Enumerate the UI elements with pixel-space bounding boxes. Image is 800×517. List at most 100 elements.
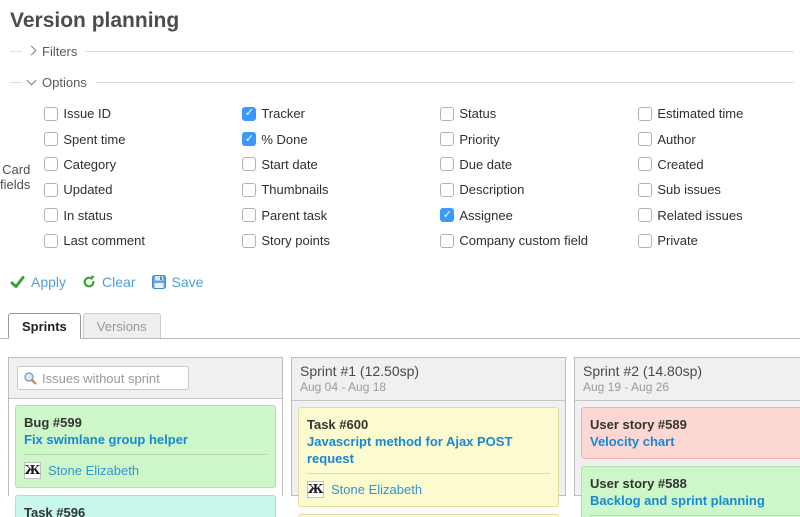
issue-card-588[interactable]: User story #588 Backlog and sprint plann… bbox=[581, 466, 800, 517]
checkbox[interactable] bbox=[44, 132, 58, 146]
filters-legend-label: Filters bbox=[42, 44, 77, 59]
sprint-1-header: Sprint #1 (12.50sp) Aug 04 - Aug 18 bbox=[292, 358, 565, 401]
checkbox-estimated-time[interactable]: Estimated time bbox=[638, 101, 800, 126]
sprint-2-column: Sprint #2 (14.80sp) Aug 19 - Aug 26 User… bbox=[574, 357, 800, 496]
issue-subject-link[interactable]: Velocity chart bbox=[590, 433, 800, 450]
options-toggle[interactable]: Options bbox=[22, 75, 95, 90]
checkbox-updated[interactable]: Updated bbox=[44, 177, 242, 202]
checkbox[interactable] bbox=[638, 208, 652, 222]
tab-versions[interactable]: Versions bbox=[83, 313, 161, 338]
checkbox[interactable] bbox=[242, 157, 256, 171]
issue-subject-link[interactable]: Fix swimlane group helper bbox=[24, 431, 267, 448]
checkbox-story-points[interactable]: Story points bbox=[242, 228, 440, 253]
checkbox-last-comment[interactable]: Last comment bbox=[44, 228, 242, 253]
issue-card-600[interactable]: Task #600 Javascript method for Ajax POS… bbox=[298, 407, 559, 507]
checkbox-author[interactable]: Author bbox=[638, 126, 800, 151]
tab-sprints[interactable]: Sprints bbox=[8, 313, 81, 339]
avatar bbox=[24, 462, 41, 479]
checkbox[interactable] bbox=[638, 107, 652, 121]
chevron-right-icon bbox=[27, 46, 37, 56]
checkbox[interactable] bbox=[44, 157, 58, 171]
backlog-search bbox=[17, 366, 189, 390]
checkbox[interactable] bbox=[440, 234, 454, 248]
issue-subject-link[interactable]: Javascript method for Ajax POST request bbox=[307, 433, 550, 467]
checkbox[interactable] bbox=[638, 132, 652, 146]
card-fields-label: Card fields bbox=[0, 162, 36, 192]
checkbox-description[interactable]: Description bbox=[440, 177, 638, 202]
reload-icon bbox=[82, 275, 96, 289]
checkbox-spent-time[interactable]: Spent time bbox=[44, 126, 242, 151]
issue-card-596[interactable]: Task #596 Customer help required bbox=[15, 495, 276, 517]
checkbox-issue-id[interactable]: Issue ID bbox=[44, 101, 242, 126]
checkbox[interactable] bbox=[638, 234, 652, 248]
checkbox[interactable] bbox=[242, 234, 256, 248]
checkbox-in-status[interactable]: In status bbox=[44, 203, 242, 228]
backlog-column-body: Bug #599 Fix swimlane group helper Stone… bbox=[9, 399, 282, 517]
checkbox[interactable] bbox=[242, 107, 256, 121]
checkbox[interactable] bbox=[440, 183, 454, 197]
checkbox-company-custom-field[interactable]: Company custom field bbox=[440, 228, 638, 253]
checkbox-related-issues[interactable]: Related issues bbox=[638, 203, 800, 228]
save-button[interactable]: Save bbox=[152, 274, 204, 290]
checkbox[interactable] bbox=[440, 157, 454, 171]
card-fields-options: Card fields Issue ID Tracker Status Esti… bbox=[0, 101, 800, 253]
backlog-column: Bug #599 Fix swimlane group helper Stone… bbox=[8, 357, 283, 496]
chevron-down-icon bbox=[27, 75, 37, 85]
checkbox[interactable] bbox=[242, 183, 256, 197]
issue-card-599[interactable]: Bug #599 Fix swimlane group helper Stone… bbox=[15, 405, 276, 488]
checkbox[interactable] bbox=[440, 132, 454, 146]
sprint-dates: Aug 04 - Aug 18 bbox=[300, 380, 557, 395]
sprint-dates: Aug 19 - Aug 26 bbox=[583, 380, 800, 395]
backlog-column-header bbox=[9, 358, 282, 399]
version-planning-page: Version planning Filters Options Card fi… bbox=[0, 0, 800, 517]
clear-button[interactable]: Clear bbox=[82, 274, 135, 290]
options-legend-label: Options bbox=[42, 75, 87, 90]
checkbox-thumbnails[interactable]: Thumbnails bbox=[242, 177, 440, 202]
checkbox[interactable] bbox=[242, 208, 256, 222]
checkbox[interactable] bbox=[44, 234, 58, 248]
sprint-1-column: Sprint #1 (12.50sp) Aug 04 - Aug 18 Task… bbox=[291, 357, 566, 496]
avatar bbox=[307, 481, 324, 498]
checkbox-created[interactable]: Created bbox=[638, 152, 800, 177]
checkbox[interactable] bbox=[242, 132, 256, 146]
checkbox-parent-task[interactable]: Parent task bbox=[242, 203, 440, 228]
issue-id: User story #588 bbox=[590, 475, 800, 492]
assignee-row: Stone Elizabeth bbox=[307, 480, 550, 498]
checkbox-status[interactable]: Status bbox=[440, 101, 638, 126]
issue-id: Task #600 bbox=[307, 416, 550, 433]
sprint-title: Sprint #1 (12.50sp) bbox=[300, 363, 557, 380]
issue-id: Task #596 bbox=[24, 504, 267, 517]
options-section: Options bbox=[10, 73, 794, 91]
filters-section: Filters bbox=[10, 42, 794, 60]
filters-toggle[interactable]: Filters bbox=[22, 44, 85, 59]
checkbox-priority[interactable]: Priority bbox=[440, 126, 638, 151]
checkbox-tracker[interactable]: Tracker bbox=[242, 101, 440, 126]
checkbox[interactable] bbox=[440, 107, 454, 121]
checkbox-percent-done[interactable]: % Done bbox=[242, 126, 440, 151]
apply-button[interactable]: Apply bbox=[10, 274, 66, 290]
issue-subject-link[interactable]: Backlog and sprint planning bbox=[590, 492, 800, 509]
issue-card-589[interactable]: User story #589 Velocity chart bbox=[581, 407, 800, 459]
checkbox-category[interactable]: Category bbox=[44, 152, 242, 177]
issue-id: Bug #599 bbox=[24, 414, 267, 431]
checkbox-private[interactable]: Private bbox=[638, 228, 800, 253]
checkbox[interactable] bbox=[638, 157, 652, 171]
sprint-2-body: User story #589 Velocity chart User stor… bbox=[575, 401, 800, 517]
checkbox-due-date[interactable]: Due date bbox=[440, 152, 638, 177]
assignee-link[interactable]: Stone Elizabeth bbox=[48, 463, 139, 478]
checkbox-start-date[interactable]: Start date bbox=[242, 152, 440, 177]
card-fields-grid: Issue ID Tracker Status Estimated time S… bbox=[44, 101, 800, 253]
checkbox-assignee[interactable]: Assignee bbox=[440, 203, 638, 228]
checkbox[interactable] bbox=[44, 107, 58, 121]
filter-actions-toolbar: Apply Clear Save bbox=[10, 274, 800, 290]
checkbox[interactable] bbox=[440, 208, 454, 222]
assignee-link[interactable]: Stone Elizabeth bbox=[331, 482, 422, 497]
sprint-1-body: Task #600 Javascript method for Ajax POS… bbox=[292, 401, 565, 517]
checkbox[interactable] bbox=[44, 183, 58, 197]
checkbox[interactable] bbox=[638, 183, 652, 197]
backlog-search-input[interactable] bbox=[17, 366, 189, 390]
page-title: Version planning bbox=[10, 9, 800, 33]
sprint-board: Bug #599 Fix swimlane group helper Stone… bbox=[8, 357, 800, 496]
checkbox[interactable] bbox=[44, 208, 58, 222]
checkbox-sub-issues[interactable]: Sub issues bbox=[638, 177, 800, 202]
